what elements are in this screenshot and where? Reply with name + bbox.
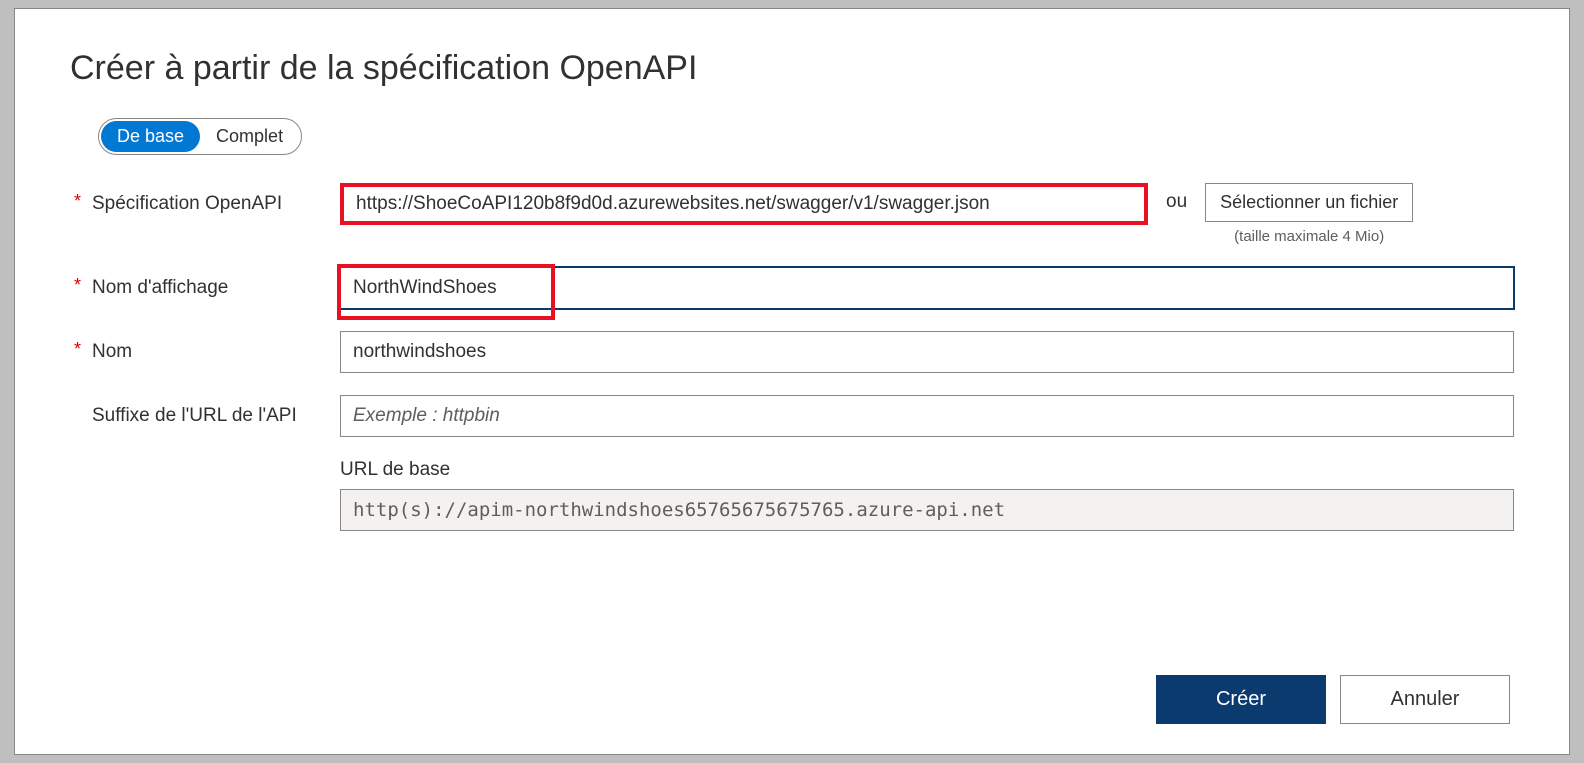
required-marker: * [70,339,92,360]
mode-toggle: De base Complet [98,118,302,155]
modal-footer: Créer Annuler [70,675,1514,724]
spec-label-cell: * Spécification OpenAPI [70,183,330,218]
baseurl-input [340,489,1514,531]
urlsuffix-input[interactable] [340,395,1514,437]
name-label-cell: * Nom [70,331,330,366]
select-file-button[interactable]: Sélectionner un fichier [1205,183,1413,222]
modal-title: Créer à partir de la spécification OpenA… [70,49,1514,88]
or-text: ou [1166,183,1187,213]
displayname-highlight [340,267,1514,309]
urlsuffix-label: Suffixe de l'URL de l'API [92,403,297,430]
create-openapi-modal: Créer à partir de la spécification OpenA… [14,8,1570,755]
urlsuffix-input-row [340,395,1514,437]
toggle-basic[interactable]: De base [101,121,200,152]
file-size-hint: (taille maximale 4 Mio) [1234,228,1384,245]
name-label: Nom [92,339,132,366]
required-marker: * [70,191,92,212]
name-input[interactable] [340,331,1514,373]
displayname-label-cell: * Nom d'affichage [70,267,330,302]
cancel-button[interactable]: Annuler [1340,675,1510,724]
required-marker: * [70,275,92,296]
toggle-full[interactable]: Complet [200,121,299,152]
spec-input-wrap [340,183,1148,225]
displayname-input[interactable] [340,267,1514,309]
create-button[interactable]: Créer [1156,675,1326,724]
file-select-wrap: Sélectionner un fichier (taille maximale… [1205,183,1413,245]
baseurl-section: URL de base [340,459,1514,531]
form-grid: * Spécification OpenAPI ou Sélectionner … [70,183,1514,531]
spec-input[interactable] [340,183,1148,225]
spec-label: Spécification OpenAPI [92,191,282,218]
baseurl-label: URL de base [340,459,1514,481]
baseurl-label-cell [70,459,330,467]
name-input-row [340,331,1514,373]
spec-input-row: ou Sélectionner un fichier (taille maxim… [340,183,1514,245]
displayname-label: Nom d'affichage [92,275,228,302]
displayname-input-row [340,267,1514,309]
urlsuffix-label-cell: * Suffixe de l'URL de l'API [70,395,330,430]
